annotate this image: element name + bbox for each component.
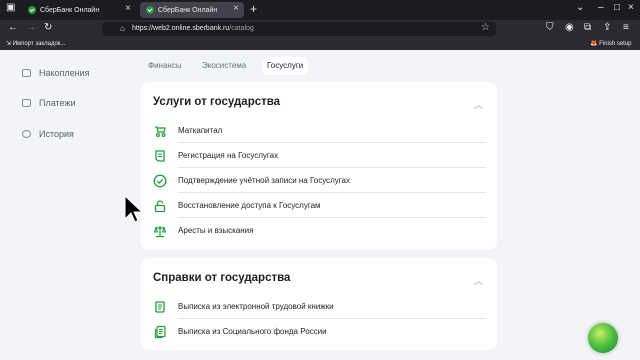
list-item-label: Аресты и взыскания [178,226,254,235]
account-icon[interactable]: ◉ [565,22,574,33]
list-item-label: Выписка из электронной трудовой книжки [178,302,334,311]
reload-icon[interactable]: ↻ [44,22,52,33]
chevron-up-icon[interactable]: ︿ [474,98,483,111]
list-item-label: Маткапитал [178,126,223,135]
tab-gosuslugi[interactable]: Госуслуги [262,57,309,75]
list-item-label: Регистрация на Госуслугах [178,151,279,160]
finish-setup-link[interactable]: 🦊 Finish setup [590,40,632,47]
close-tab-icon[interactable]: × [233,3,239,14]
tab-finance[interactable]: Финансы [148,57,182,75]
browser-tab-1[interactable]: СберБанк Онлайн × [22,2,136,18]
sber-favicon-icon [146,6,154,14]
check-circle-icon [153,174,167,188]
forward-icon[interactable]: → [26,22,36,33]
browser-tab-2[interactable]: СберБанк Онлайн × [140,2,244,18]
unlock-icon [154,200,166,213]
tab-title: СберБанк Онлайн [40,6,100,14]
list-item-label: Подтверждение учётной записи на Госуслуг… [178,176,350,185]
sidebar-item-label: Накопления [39,68,90,78]
import-bookmarks-link[interactable]: ⇲ Импорт закладок... [6,40,65,47]
sidebar-item-label: История [39,129,74,139]
section-title: Услуги от государства [153,96,281,108]
payments-icon [22,99,31,107]
tab-ecosystem[interactable]: Экосистема [202,57,246,75]
documents-icon [154,325,166,339]
menu-icon[interactable]: ≡ [623,22,629,33]
browser-nav-bar: ← → ↻ ⌂ https://web2.online.sberbank.ru/… [0,20,640,38]
browser-tab-strip: ▣ СберБанк Онлайн × СберБанк Онлайн × + … [0,0,640,20]
url-text: https://web2.online.sberbank.ru/catalog [132,25,254,32]
list-item-arrests[interactable]: Аресты и взыскания [153,218,486,243]
tab-overview-icon[interactable]: ▣ [6,2,15,13]
document-icon [155,301,165,313]
list-item-labor-book[interactable]: Выписка из электронной трудовой книжки [153,294,486,319]
history-icon [22,130,31,138]
sidebar-item-payments[interactable]: Платежи [22,98,76,108]
tab-list-chevron-icon[interactable]: ⌄ [576,2,584,13]
list-item-social-fund[interactable]: Выписка из Социального фонда России [153,319,486,344]
savings-icon [22,69,31,77]
minimize-icon[interactable]: – [598,2,604,13]
share-icon[interactable]: ⇪ [603,22,611,33]
pocket-icon[interactable]: ⛉ [546,22,554,33]
section-title: Справки от государства [153,272,291,284]
assistant-button[interactable] [588,323,618,353]
extensions-icon[interactable]: ⧉ [584,22,591,33]
close-window-icon[interactable]: × [628,2,634,13]
new-tab-button[interactable]: + [250,2,257,16]
list-item-label: Выписка из Социального фонда России [178,327,327,336]
sber-favicon-icon [28,6,36,14]
list-item-restore-access[interactable]: Восстановление доступа к Госуслугам [153,193,486,218]
chevron-up-icon[interactable]: ︿ [474,274,483,287]
stroller-icon [155,126,166,138]
bookmark-star-icon[interactable]: ☆ [481,22,490,33]
government-certificates-card: Справки от государства ︿ Выписка из элек… [141,258,497,350]
lock-icon: ⌂ [120,24,125,33]
sidebar-item-label: Платежи [39,98,76,108]
tab-title: СберБанк Онлайн [158,6,218,14]
bookmarks-bar: ⇲ Импорт закладок... 🦊 Finish setup [0,38,640,50]
government-services-card: Услуги от государства ︿ Маткапитал Регис… [141,82,497,250]
maximize-icon[interactable]: □ [614,2,620,13]
gosuslugi-icon [155,150,165,162]
back-icon[interactable]: ← [8,22,18,33]
list-item-label: Восстановление доступа к Госуслугам [178,201,321,210]
address-bar[interactable]: ⌂ https://web2.online.sberbank.ru/catalo… [102,22,496,36]
list-item-confirm-account[interactable]: Подтверждение учётной записи на Госуслуг… [153,168,486,193]
sidebar-item-savings[interactable]: Накопления [22,68,90,78]
scales-icon [153,226,167,238]
list-item-registration[interactable]: Регистрация на Госуслугах [153,143,486,168]
list-item-matcapital[interactable]: Маткапитал [153,118,486,143]
mouse-cursor-icon [124,195,144,223]
sidebar-item-history[interactable]: История [22,129,74,139]
close-tab-icon[interactable]: × [125,3,131,14]
